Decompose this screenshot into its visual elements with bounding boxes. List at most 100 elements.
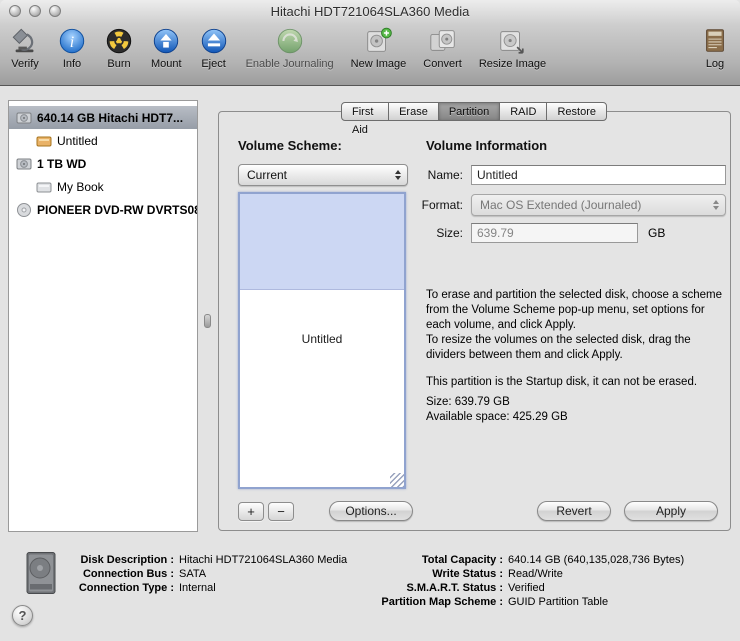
info-value: Hitachi HDT721064SLA360 Media xyxy=(179,554,348,566)
new-image-icon xyxy=(363,26,393,56)
sidebar-item-my-book-volume[interactable]: My Book xyxy=(9,175,197,198)
sidebar-item-untitled-volume[interactable]: Untitled xyxy=(9,129,197,152)
toolbar-resize-image-button[interactable]: Resize Image xyxy=(479,26,546,70)
toolbar-log-button[interactable]: Log xyxy=(700,26,730,70)
startup-disk-note: This partition is the Startup disk, it c… xyxy=(426,376,698,388)
add-partition-button[interactable]: + xyxy=(238,502,264,521)
remove-partition-button[interactable]: − xyxy=(268,502,294,521)
toolbar-eject-button[interactable]: Eject xyxy=(199,26,229,70)
size-label: Size: xyxy=(436,226,463,240)
volume-scheme-heading: Volume Scheme: xyxy=(238,138,342,153)
optical-drive-icon xyxy=(16,202,32,218)
partition-name-label: Untitled xyxy=(301,332,343,346)
tab-restore[interactable]: Restore xyxy=(546,102,607,121)
info-value: Verified xyxy=(508,582,545,594)
name-row: Name: xyxy=(219,165,726,185)
internal-disk-icon xyxy=(16,110,32,126)
format-value: Mac OS Extended (Journaled) xyxy=(480,198,642,212)
partition-resize-handle-icon[interactable] xyxy=(390,473,404,487)
toolbar-burn-label: Burn xyxy=(107,58,131,70)
toolbar-enable-journaling-button[interactable]: Enable Journaling xyxy=(246,26,334,70)
info-label: Connection Bus : xyxy=(82,568,174,580)
sidebar-item-label: PIONEER DVD-RW DVRTS08 xyxy=(37,202,197,217)
partition-pane: Volume Scheme: Volume Information Curren… xyxy=(218,111,731,531)
sidebar-item-hitachi-disk[interactable]: 640.14 GB Hitachi HDT7... xyxy=(9,106,197,129)
convert-icon xyxy=(428,26,458,56)
info-value: Internal xyxy=(179,582,216,594)
device-sidebar: 640.14 GB Hitachi HDT7... Untitled 1 TB … xyxy=(8,100,198,532)
disk-utility-window: Hitachi HDT721064SLA360 Media Verify i I… xyxy=(0,0,740,641)
toolbar-info-button[interactable]: i Info xyxy=(57,26,87,70)
toolbar-verify-button[interactable]: Verify xyxy=(10,26,40,70)
tab-partition[interactable]: Partition xyxy=(437,102,501,121)
volume-icon xyxy=(36,133,52,149)
info-value: Read/Write xyxy=(508,568,563,580)
info-icon: i xyxy=(57,26,87,56)
toolbar-log-label: Log xyxy=(705,58,725,70)
window-title: Hitachi HDT721064SLA360 Media xyxy=(270,4,470,19)
info-label: Disk Description : xyxy=(80,554,174,566)
size-row: Size: GB xyxy=(219,223,726,243)
sidebar-item-label: 640.14 GB Hitachi HDT7... xyxy=(37,110,184,125)
options-button[interactable]: Options... xyxy=(329,501,413,521)
tab-raid[interactable]: RAID xyxy=(499,102,548,121)
help-paragraph: To resize the volumes on the selected di… xyxy=(426,334,691,361)
sidebar-item-wd-disk[interactable]: 1 TB WD xyxy=(9,152,197,175)
info-label: S.M.A.R.T. Status : xyxy=(406,582,503,594)
toolbar-convert-button[interactable]: Convert xyxy=(423,26,462,70)
tab-first-aid[interactable]: First Aid xyxy=(341,102,390,136)
toolbar-info-label: Info xyxy=(62,58,82,70)
size-field xyxy=(471,223,638,243)
splitter-handle[interactable] xyxy=(204,314,211,328)
volume-information-heading: Volume Information xyxy=(426,138,548,153)
toolbar-verify-label: Verify xyxy=(11,58,39,70)
svg-text:i: i xyxy=(70,34,74,51)
mount-icon xyxy=(151,26,181,56)
size-note: Size: 639.79 GB xyxy=(426,396,510,408)
toolbar-enable-journaling-label: Enable Journaling xyxy=(245,58,334,70)
info-label: Write Status : xyxy=(432,568,503,580)
sidebar-item-label: 1 TB WD xyxy=(37,156,87,171)
sidebar-item-label: My Book xyxy=(57,179,104,194)
info-value: SATA xyxy=(179,568,207,580)
toolbar-burn-button[interactable]: Burn xyxy=(104,26,134,70)
external-disk-icon xyxy=(16,156,32,172)
format-select: Mac OS Extended (Journaled) xyxy=(471,194,726,216)
partition-add-remove-group: + − xyxy=(238,502,294,521)
toolbar-eject-label: Eject xyxy=(201,58,226,70)
toolbar-mount-button[interactable]: Mount xyxy=(151,26,182,70)
toolbar-new-image-button[interactable]: New Image xyxy=(350,26,407,70)
size-unit-label: GB xyxy=(648,226,666,240)
apply-button[interactable]: Apply xyxy=(624,501,718,521)
info-value: 640.14 GB (640,135,028,736 Bytes) xyxy=(508,554,685,566)
tab-erase[interactable]: Erase xyxy=(388,102,439,121)
help-button[interactable]: ? xyxy=(12,605,33,626)
help-paragraph: To erase and partition the selected disk… xyxy=(426,289,722,331)
info-label: Connection Type : xyxy=(78,582,174,594)
toolbar-resize-image-label: Resize Image xyxy=(478,58,547,70)
format-label: Format: xyxy=(421,198,463,212)
journaling-icon xyxy=(275,26,305,56)
info-label: Total Capacity : xyxy=(421,554,503,566)
format-row: Format: Mac OS Extended (Journaled) xyxy=(219,194,726,216)
hard-drive-icon xyxy=(24,551,58,595)
eject-icon xyxy=(199,26,229,56)
burn-icon xyxy=(104,26,134,56)
toolbar: Verify i Info Burn Mount Eject Enable Jo… xyxy=(0,24,740,84)
disk-info-right: Total Capacity : 640.14 GB (640,135,028,… xyxy=(378,554,684,608)
name-field[interactable] xyxy=(471,165,726,185)
resize-image-icon xyxy=(497,26,527,56)
window-header: Hitachi HDT721064SLA360 Media Verify i I… xyxy=(0,0,740,86)
view-tabs: First Aid Erase Partition RAID Restore xyxy=(341,102,607,136)
toolbar-mount-label: Mount xyxy=(151,58,182,70)
sidebar-item-label: Untitled xyxy=(57,133,98,148)
partition-help-text: To erase and partition the selected disk… xyxy=(426,288,724,425)
microscope-icon xyxy=(10,26,40,56)
sidebar-item-pioneer-drive[interactable]: PIONEER DVD-RW DVRTS08 xyxy=(9,198,197,221)
name-label: Name: xyxy=(427,168,463,182)
revert-button[interactable]: Revert xyxy=(537,501,611,521)
toolbar-new-image-label: New Image xyxy=(350,58,407,70)
toolbar-convert-label: Convert xyxy=(423,58,462,70)
volume-icon xyxy=(36,179,52,195)
available-space-note: Available space: 425.29 GB xyxy=(426,411,568,423)
